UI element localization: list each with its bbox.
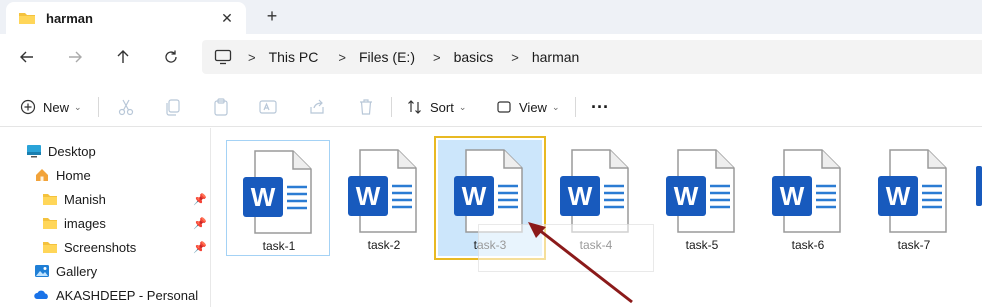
sidebar-item-label: Desktop	[48, 143, 96, 159]
cut-icon[interactable]	[116, 97, 136, 117]
pin-icon[interactable]: 📌	[193, 217, 207, 230]
sidebar-item-gallery[interactable]: Gallery	[34, 260, 97, 282]
view-button[interactable]: View ⌄	[496, 95, 560, 119]
svg-text:W: W	[886, 181, 911, 211]
svg-text:W: W	[462, 181, 487, 211]
new-label: New	[43, 99, 70, 115]
gallery-icon	[35, 265, 49, 277]
address-bar[interactable]: > This PC > Files (E:) > basics > harman	[202, 40, 982, 74]
chevron-down-icon: ⌄	[458, 101, 467, 112]
tab-title: harman	[46, 10, 93, 26]
rename-icon[interactable]	[258, 97, 278, 117]
sidebar-item-images[interactable]: images	[42, 212, 106, 234]
tab-strip: harman ✕ +	[0, 0, 982, 34]
breadcrumb-separator: >	[338, 49, 346, 65]
command-bar: New ⌄ Sort ⌄ View ⌄ ···	[0, 87, 982, 127]
sort-button[interactable]: Sort ⌄	[407, 95, 466, 119]
close-tab-icon[interactable]: ✕	[218, 9, 236, 27]
breadcrumb-files-e[interactable]: Files (E:)	[359, 49, 415, 65]
sidebar-item-label: Home	[56, 167, 91, 183]
file-item-task-2[interactable]: W task-2	[332, 140, 436, 256]
svg-text:W: W	[674, 181, 699, 211]
folder-icon	[43, 194, 57, 205]
annotation-arrow	[528, 222, 633, 304]
word-document-icon: W	[878, 149, 947, 233]
monitor-icon	[214, 49, 232, 65]
navigation-bar: > This PC > Files (E:) > basics > harman	[0, 34, 982, 80]
file-name: task-5	[685, 238, 719, 252]
copy-icon[interactable]	[163, 97, 183, 117]
svg-text:W: W	[356, 181, 381, 211]
sort-label: Sort	[430, 99, 454, 115]
svg-text:W: W	[780, 181, 805, 211]
sort-icon	[408, 100, 421, 114]
word-document-icon: W	[454, 149, 523, 233]
view-label: View	[519, 99, 547, 115]
word-document-icon: W	[243, 150, 312, 234]
breadcrumb-harman[interactable]: harman	[532, 49, 579, 65]
folder-icon	[19, 13, 35, 24]
navigation-pane: Desktop Home Manish 📌 images 📌 Screensho…	[0, 137, 210, 307]
more-options-button[interactable]: ···	[591, 95, 609, 119]
word-document-icon: W	[666, 149, 735, 233]
breadcrumb-basics[interactable]: basics	[454, 49, 494, 65]
pane-divider[interactable]	[210, 128, 211, 307]
paste-icon[interactable]	[211, 97, 231, 117]
sidebar-item-manish[interactable]: Manish	[42, 188, 106, 210]
pin-icon[interactable]: 📌	[193, 241, 207, 254]
folder-icon	[43, 242, 57, 253]
back-arrow-icon[interactable]	[14, 44, 40, 70]
file-name: task-6	[791, 238, 825, 252]
onedrive-icon	[34, 290, 48, 299]
home-icon	[36, 169, 48, 181]
up-arrow-icon[interactable]	[110, 44, 136, 70]
sidebar-item-label: Manish	[64, 191, 106, 207]
chevron-down-icon: ⌄	[551, 101, 560, 112]
sidebar-item-label: Gallery	[56, 263, 98, 279]
divider	[575, 97, 576, 117]
delete-icon[interactable]	[356, 97, 376, 117]
file-item-task-5[interactable]: W task-5	[650, 140, 754, 256]
sidebar-item-onedrive[interactable]: AKASHDEEP - Personal	[34, 284, 198, 306]
sidebar-item-desktop[interactable]: Desktop	[26, 140, 96, 162]
pin-icon[interactable]: 📌	[193, 193, 207, 206]
breadcrumb-this-pc[interactable]: This PC	[269, 49, 319, 65]
breadcrumb-separator: >	[432, 49, 441, 65]
sidebar-item-label: images	[64, 215, 106, 231]
forward-arrow-icon[interactable]	[62, 44, 88, 70]
chevron-down-icon: ⌄	[74, 101, 82, 112]
plus-circle-icon	[20, 99, 36, 115]
sidebar-item-home[interactable]: Home	[34, 164, 91, 186]
file-item-task-1[interactable]: W task-1	[226, 140, 330, 256]
divider	[391, 97, 392, 117]
file-name: task-2	[367, 238, 401, 252]
divider	[98, 97, 99, 117]
view-icon	[497, 101, 511, 113]
file-name: task-1	[262, 239, 296, 253]
tab-harman[interactable]: harman ✕	[6, 2, 246, 34]
breadcrumb-separator: >	[248, 49, 256, 65]
sidebar-item-label: Screenshots	[64, 239, 137, 255]
new-button[interactable]: New ⌄	[20, 95, 82, 119]
desktop-icon	[27, 145, 41, 158]
svg-text:W: W	[251, 182, 276, 212]
word-document-icon: W	[772, 149, 841, 233]
file-item-task-6[interactable]: W task-6	[756, 140, 860, 256]
word-document-icon[interactable]	[976, 166, 982, 210]
file-name: task-7	[897, 238, 931, 252]
share-icon[interactable]	[307, 97, 327, 117]
new-tab-button[interactable]: +	[262, 6, 282, 26]
refresh-icon[interactable]	[158, 44, 184, 70]
file-item-task-7[interactable]: W task-7	[862, 140, 966, 256]
sidebar-item-screenshots[interactable]: Screenshots	[42, 236, 136, 258]
word-document-icon: W	[348, 149, 417, 233]
folder-icon	[43, 218, 57, 229]
svg-text:W: W	[568, 181, 593, 211]
sidebar-item-label: AKASHDEEP - Personal	[56, 287, 199, 303]
breadcrumb-separator: >	[511, 49, 519, 65]
